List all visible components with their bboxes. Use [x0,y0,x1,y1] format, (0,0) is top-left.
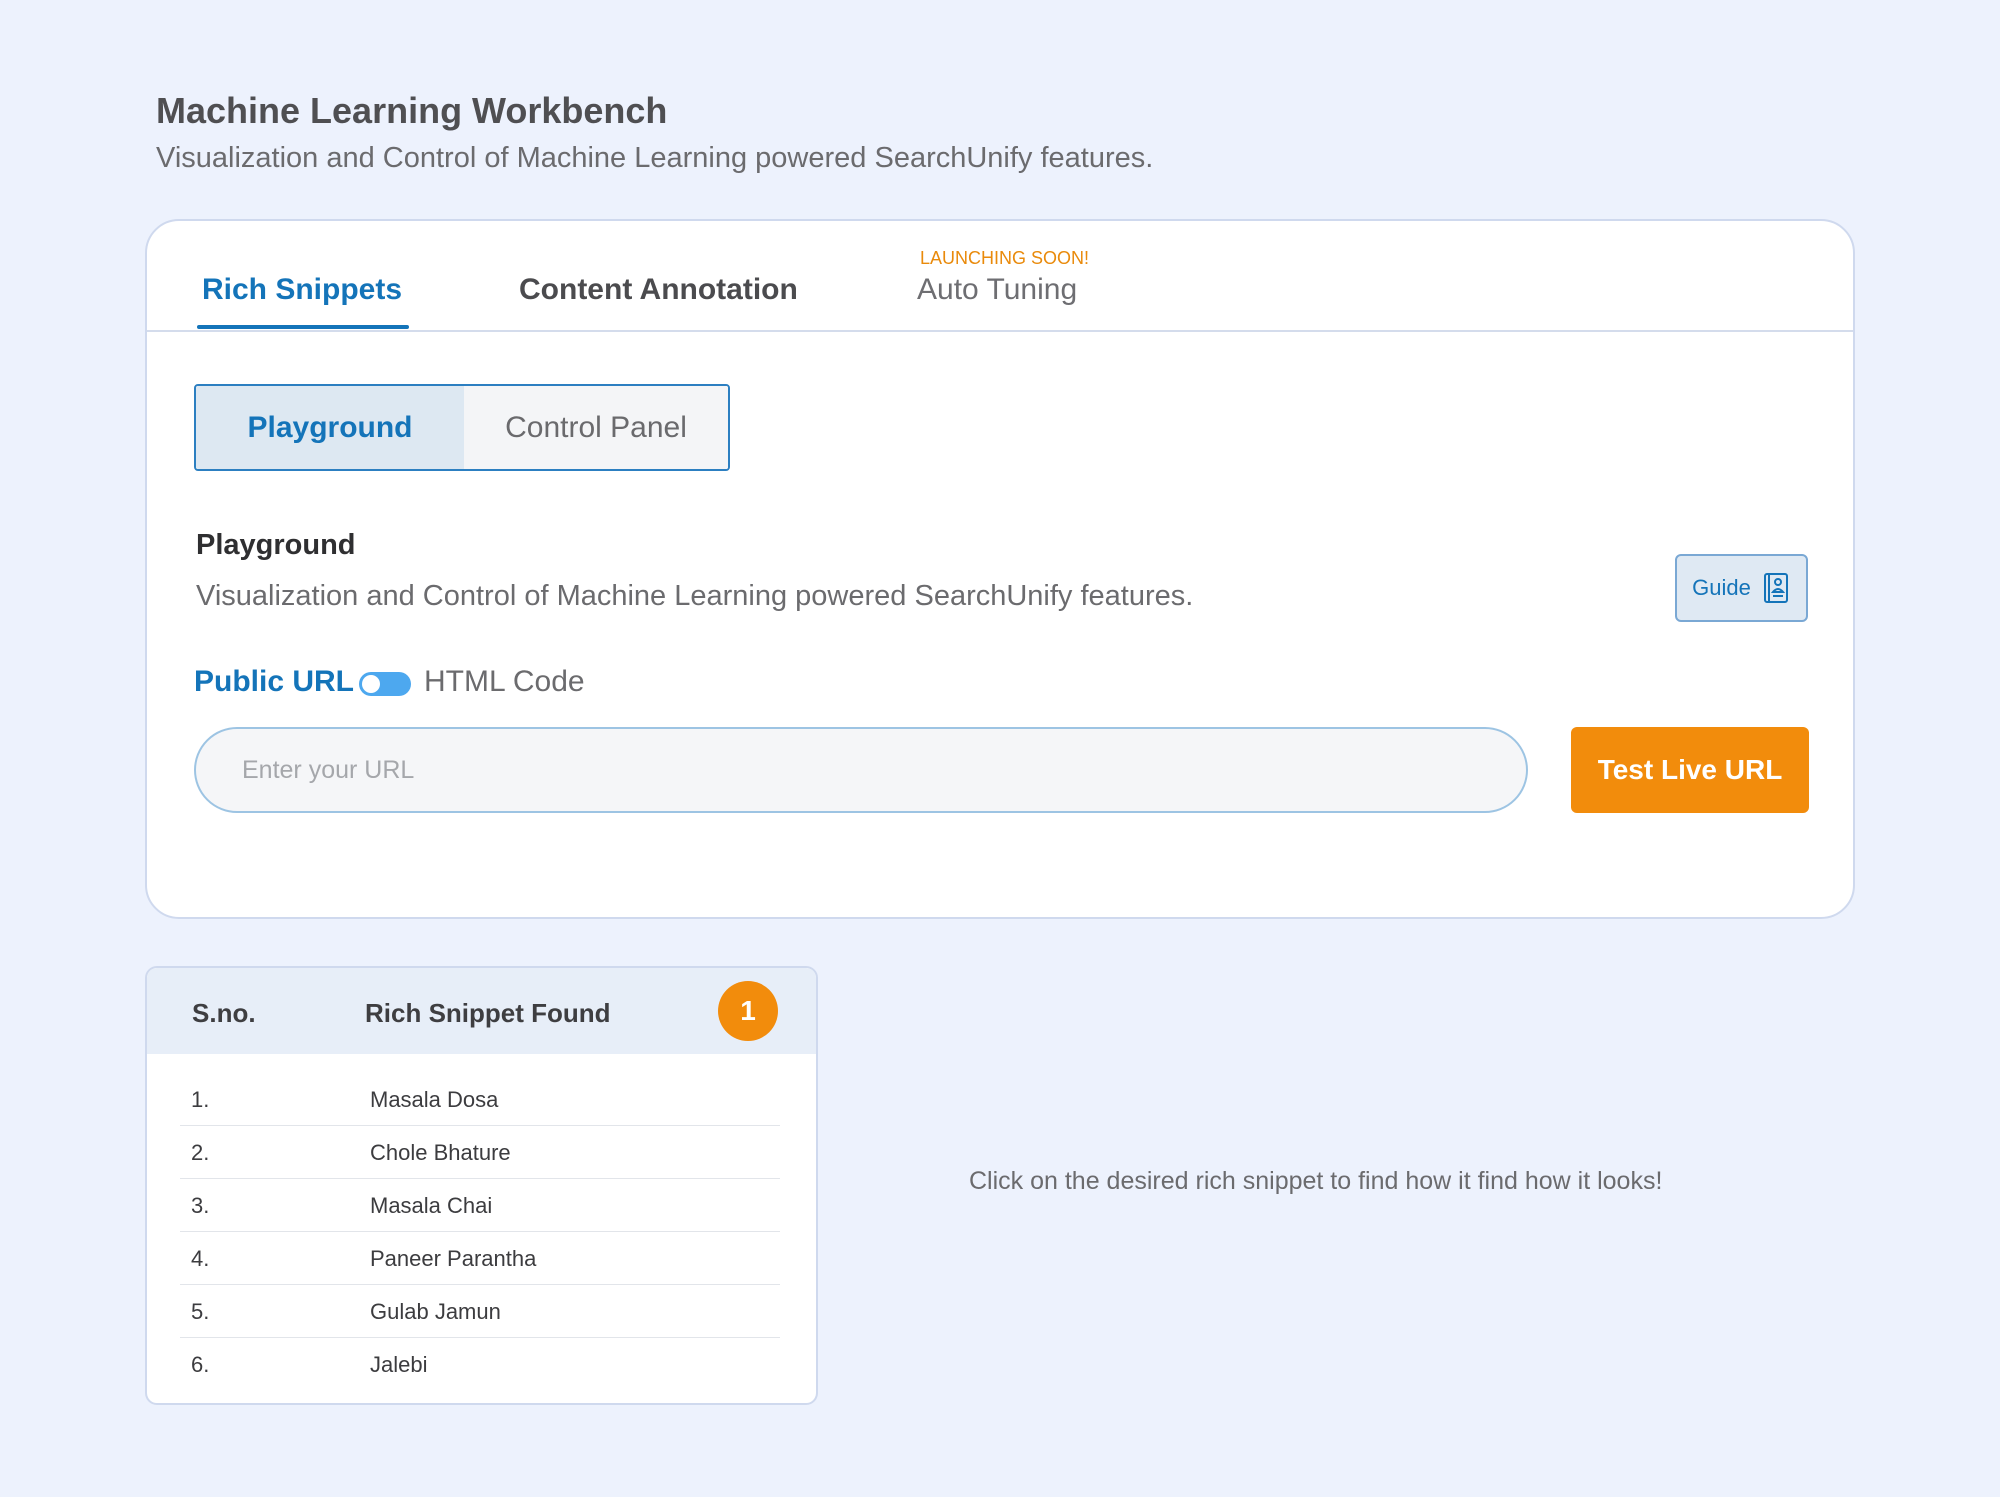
row-number: 1. [191,1087,210,1112]
table-row[interactable]: 1. Masala Dosa [180,1073,780,1126]
tab-auto-tuning[interactable]: Auto Tuning [917,273,1077,307]
row-number: 3. [191,1193,210,1218]
table-row[interactable]: 4. Paneer Parantha [180,1232,780,1285]
page: Machine Learning Workbench Visualization… [0,0,2000,1497]
table-row[interactable]: 2. Chole Bhature [180,1126,780,1179]
row-snippet-name: Paneer Parantha [370,1246,537,1271]
row-snippet-name: Jalebi [370,1352,428,1377]
row-number: 5. [191,1299,210,1324]
segment-playground[interactable]: Playground [196,386,464,469]
book-icon [1763,573,1788,603]
guide-button[interactable]: Guide [1675,554,1808,622]
active-tab-indicator [197,325,409,329]
table-row[interactable]: 6. Jalebi [180,1338,780,1391]
row-snippet-name: Gulab Jamun [370,1299,501,1324]
section-description: Visualization and Control of Machine Lea… [196,580,1194,612]
guide-label: Guide [1692,575,1751,600]
url-input[interactable] [194,727,1528,813]
row-number: 2. [191,1140,210,1165]
row-snippet-name: Masala Dosa [370,1087,499,1112]
test-live-url-button[interactable]: Test Live URL [1571,727,1809,813]
table-row[interactable]: 5. Gulab Jamun [180,1285,780,1338]
row-number: 6. [191,1352,210,1377]
snippet-table: S.no. Rich Snippet Found 1 1. Masala Dos… [145,966,818,1405]
public-url-label[interactable]: Public URL [194,665,354,699]
snippet-count-badge: 1 [718,981,778,1041]
row-snippet-name: Chole Bhature [370,1140,511,1165]
preview-hint: Click on the desired rich snippet to fin… [969,1167,1663,1195]
view-switcher: Playground Control Panel [194,384,730,471]
snippet-table-header: S.no. Rich Snippet Found 1 [147,968,816,1054]
column-header-sno: S.no. [192,998,256,1028]
column-header-rich-snippet-found: Rich Snippet Found [365,998,611,1028]
row-number: 4. [191,1246,210,1271]
page-subtitle: Visualization and Control of Machine Lea… [156,142,1154,174]
section-title: Playground [196,529,356,561]
segment-control-panel[interactable]: Control Panel [464,386,728,469]
launching-soon-badge: LAUNCHING SOON! [920,248,1090,268]
tab-rich-snippets[interactable]: Rich Snippets [202,273,402,307]
toggle-knob [362,675,380,693]
main-card: Rich Snippets Content Annotation LAUNCHI… [145,219,1855,919]
row-snippet-name: Masala Chai [370,1193,493,1218]
input-mode-toggle[interactable] [359,672,411,696]
tab-bar: Rich Snippets Content Annotation LAUNCHI… [147,221,1853,332]
page-title: Machine Learning Workbench [156,90,668,131]
snippet-list: 1. Masala Dosa 2. Chole Bhature 3. Masal… [180,1073,780,1391]
table-row[interactable]: 3. Masala Chai [180,1179,780,1232]
html-code-label[interactable]: HTML Code [424,665,585,699]
tab-content-annotation[interactable]: Content Annotation [519,273,798,307]
